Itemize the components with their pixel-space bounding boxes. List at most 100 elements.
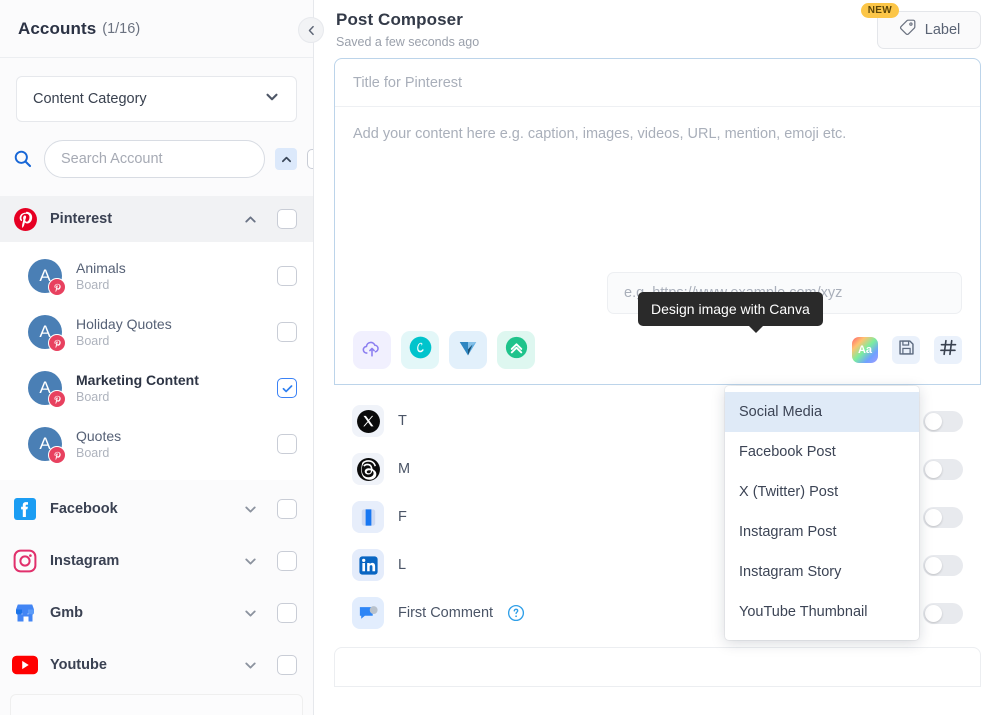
board-type: Board <box>76 277 110 292</box>
label-button-text: Label <box>924 22 961 38</box>
menu-item-instagram-story[interactable]: Instagram Story <box>725 552 919 592</box>
board-name: Quotes <box>76 427 122 444</box>
network-label: Pinterest <box>50 211 113 227</box>
pinterest-icon <box>48 446 66 464</box>
pinterest-icon <box>48 334 66 352</box>
chevron-down-icon <box>264 89 280 110</box>
network-label: Youtube <box>50 657 107 673</box>
chevron-up-icon[interactable] <box>241 210 259 228</box>
page-title: Accounts <box>18 18 97 38</box>
text-style-button[interactable]: Aa <box>852 337 878 363</box>
composer-header: Post Composer Saved a few seconds ago NE… <box>314 0 1001 58</box>
platform-option-toggle[interactable] <box>923 506 963 528</box>
search-icon[interactable] <box>12 148 34 170</box>
network-checkbox-youtube[interactable] <box>277 655 297 675</box>
post-content-field[interactable]: Add your content here e.g. caption, imag… <box>335 107 980 283</box>
first-comment-toggle[interactable] <box>923 602 963 624</box>
vistacreate-button[interactable] <box>449 331 487 369</box>
facebook-icon <box>12 496 38 522</box>
post-title-field[interactable]: Title for Pinterest <box>335 59 980 107</box>
menu-item-instagram-post[interactable]: Instagram Post <box>725 512 919 552</box>
board-name: Holiday Quotes <box>76 315 172 332</box>
aa-text-style-icon: Aa <box>857 344 873 356</box>
board-name: Marketing Content <box>76 371 199 388</box>
menu-item-facebook-post[interactable]: Facebook Post <box>725 432 919 472</box>
sidebar-item-pinterest[interactable]: Pinterest <box>0 196 313 242</box>
save-draft-button[interactable] <box>892 336 920 364</box>
avatar: A <box>28 427 66 464</box>
list-item[interactable]: A Quotes Board <box>0 416 313 472</box>
platform-option-toggle[interactable] <box>923 554 963 576</box>
threads-icon <box>352 453 384 485</box>
board-checkbox[interactable] <box>277 266 297 286</box>
sidebar-item-gmb[interactable]: Gmb <box>0 590 313 636</box>
double-chevron-up-icon <box>504 335 529 365</box>
board-checkbox[interactable] <box>277 434 297 454</box>
network-checkbox-instagram[interactable] <box>277 551 297 571</box>
question-mark-icon[interactable] <box>507 604 525 622</box>
canva-icon <box>408 335 433 365</box>
post-composer-main: Post Composer Saved a few seconds ago NE… <box>314 0 1001 715</box>
account-search-row <box>0 122 313 196</box>
avatar: A <box>28 259 66 296</box>
sidebar-item-instagram[interactable]: Instagram <box>0 538 313 584</box>
instagram-icon <box>12 548 38 574</box>
list-item[interactable]: A Holiday Quotes Board <box>0 304 313 360</box>
x-twitter-icon <box>352 405 384 437</box>
board-name: Animals <box>76 259 126 276</box>
post-composer-app: Accounts (1/16) Content Category Search … <box>0 0 1001 715</box>
board-checkbox[interactable] <box>277 322 297 342</box>
canva-button[interactable] <box>401 331 439 369</box>
network-label: Instagram <box>50 553 120 569</box>
list-item[interactable]: A Animals Board <box>0 248 313 304</box>
composer-toolbar: Aa <box>335 326 980 374</box>
sidebar-collapse-button[interactable] <box>298 17 324 43</box>
upload-media-button[interactable] <box>353 331 391 369</box>
platform-option-label: T <box>398 413 407 429</box>
accounts-sidebar: Accounts (1/16) Content Category Search … <box>0 0 314 715</box>
floppy-disk-icon <box>897 338 916 362</box>
menu-item-x-twitter-post[interactable]: X (Twitter) Post <box>725 472 919 512</box>
menu-item-youtube-thumbnail[interactable]: YouTube Thumbnail <box>725 592 919 632</box>
menu-item-social-media[interactable]: Social Media <box>725 392 919 432</box>
network-label: Gmb <box>50 605 84 621</box>
upload-from-app-button[interactable] <box>497 331 535 369</box>
sidebar-item-youtube[interactable]: Youtube <box>0 642 313 688</box>
status-badge: NEW <box>860 3 899 18</box>
composer-footer-card <box>334 647 981 687</box>
sidebar-header: Accounts (1/16) <box>0 0 313 58</box>
board-checkbox[interactable] <box>277 378 297 398</box>
platform-option-toggle[interactable] <box>923 410 963 432</box>
avatar: A <box>28 371 66 408</box>
platform-option-label: M <box>398 461 411 477</box>
pinterest-icon <box>12 206 38 232</box>
platform-option-label: F <box>398 509 407 525</box>
network-checkbox-pinterest[interactable] <box>277 209 297 229</box>
content-category-select[interactable]: Content Category <box>16 76 297 122</box>
select-all-checkbox[interactable] <box>307 149 313 169</box>
platform-option-toggle[interactable] <box>923 458 963 480</box>
network-group-pinterest: Pinterest A Animals Board A Holiday Quot… <box>0 196 313 480</box>
post-content-placeholder: Add your content here e.g. caption, imag… <box>353 126 847 142</box>
chevron-left-icon <box>305 24 318 37</box>
hashtag-button[interactable] <box>934 336 962 364</box>
chevron-down-icon[interactable] <box>241 656 259 674</box>
platform-option-label: L <box>398 557 407 573</box>
search-input[interactable] <box>44 140 265 178</box>
collapse-all-button[interactable] <box>275 148 297 170</box>
chevron-down-icon[interactable] <box>241 604 259 622</box>
first-comment-icon <box>352 597 384 629</box>
list-item[interactable]: A Marketing Content Board <box>0 360 313 416</box>
network-checkbox-gmb[interactable] <box>277 603 297 623</box>
tag-icon <box>898 18 917 42</box>
chevron-down-icon[interactable] <box>241 500 259 518</box>
board-type: Board <box>76 445 110 460</box>
board-meta: Animals Board <box>76 260 263 293</box>
post-title-placeholder: Title for Pinterest <box>353 74 463 91</box>
board-type: Board <box>76 333 110 348</box>
sidebar-item-facebook[interactable]: Facebook <box>0 486 313 532</box>
network-checkbox-facebook[interactable] <box>277 499 297 519</box>
chevron-down-icon[interactable] <box>241 552 259 570</box>
sidebar-body: Content Category Search Account Pinteres… <box>0 58 313 715</box>
content-category-label: Content Category <box>33 91 147 107</box>
